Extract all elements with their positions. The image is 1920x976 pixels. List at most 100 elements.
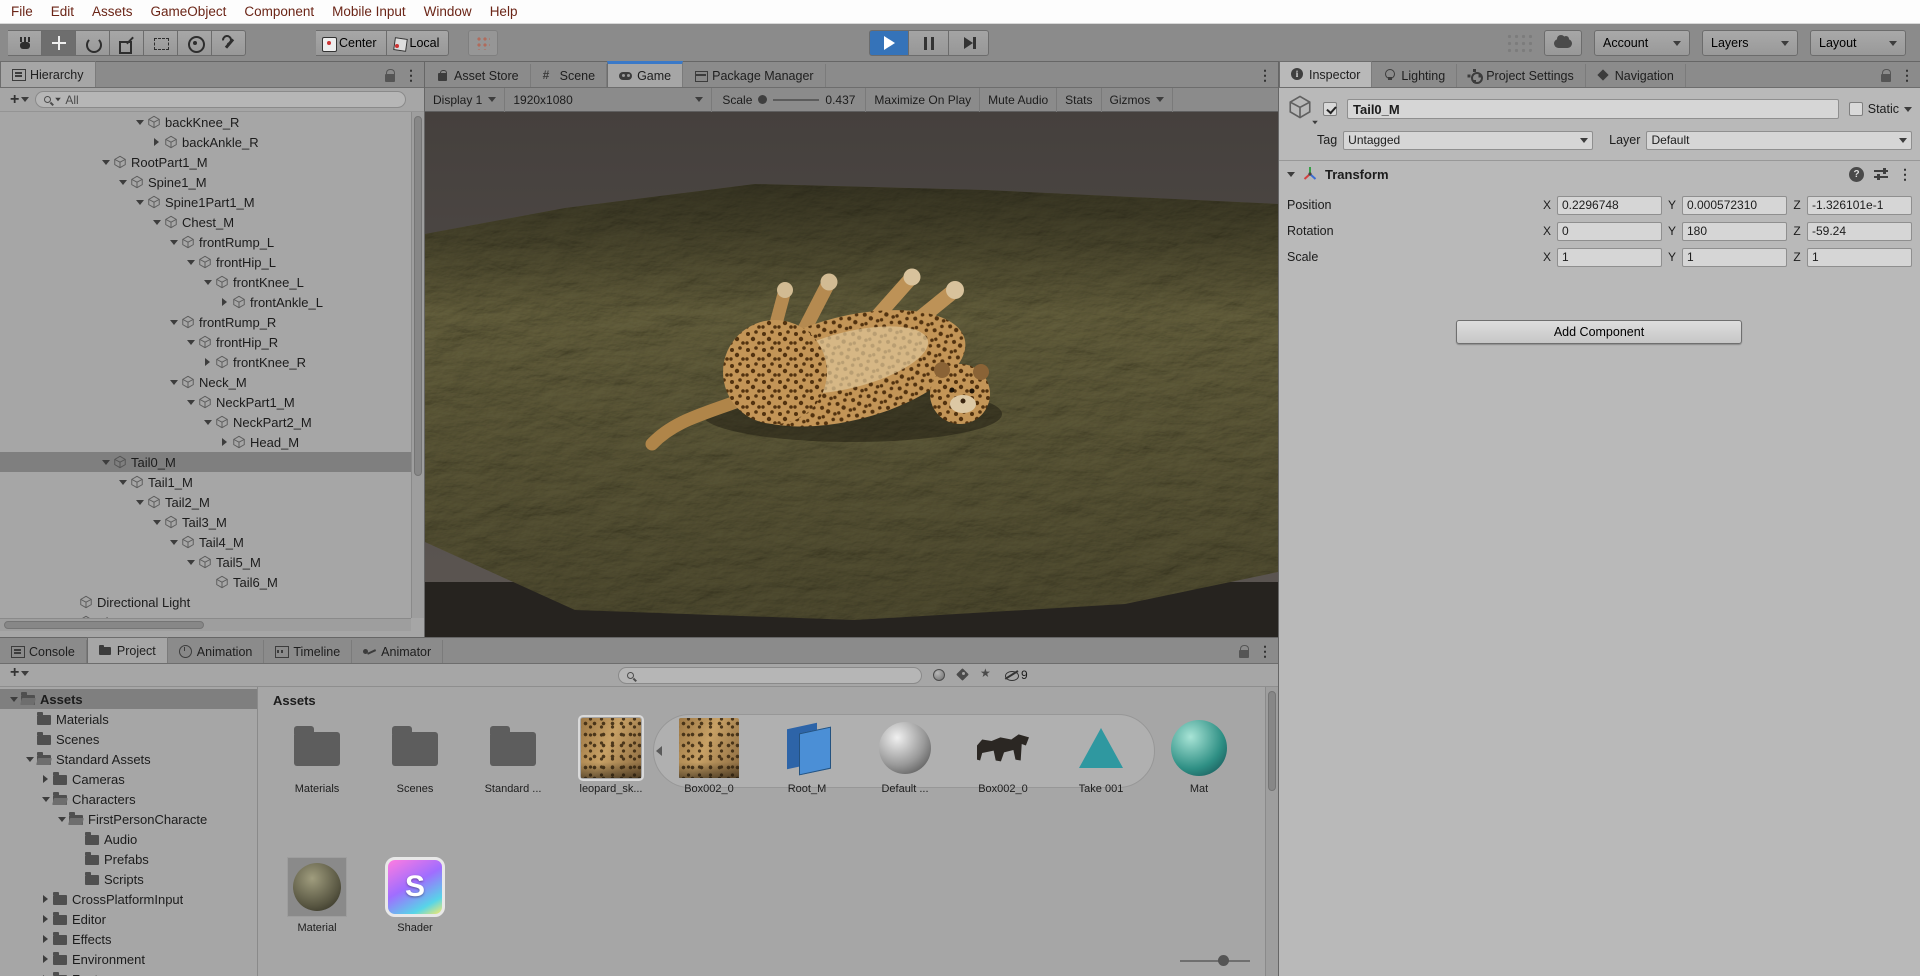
expand-arrow[interactable] [115,480,130,485]
project-tree-item[interactable]: Cameras [0,769,257,789]
asset-item[interactable]: Material [268,857,366,934]
inspector-tab[interactable]: Lighting [1372,64,1457,87]
asset-item[interactable]: Scenes [366,718,464,795]
hierarchy-vertical-scrollbar[interactable] [411,112,424,618]
icon-picker-arrow[interactable] [1312,121,1318,125]
search-by-type-icon[interactable] [932,668,946,682]
presets-icon[interactable] [1874,168,1888,180]
expand-arrow[interactable] [149,138,164,146]
hierarchy-search[interactable] [35,91,406,108]
expand-arrow[interactable] [38,955,53,963]
expand-arrow[interactable] [166,540,181,545]
hierarchy-item[interactable]: Chest_M [0,212,411,232]
hierarchy-item[interactable]: Spine1_M [0,172,411,192]
expand-arrow[interactable] [38,895,53,903]
x-value-field[interactable]: 1 [1557,248,1662,267]
asset-item[interactable]: Mat [1150,718,1248,795]
lock-icon[interactable] [1881,74,1891,82]
hierarchy-item[interactable]: frontKnee_L [0,272,411,292]
hierarchy-item[interactable]: Directional Light [0,592,411,612]
view-tab[interactable]: Asset Store [425,64,531,87]
pivot-button[interactable]: Center [316,30,387,56]
view-tab[interactable]: Game [607,61,683,87]
project-tree-item[interactable]: Assets [0,689,257,709]
tab-hierarchy[interactable]: Hierarchy [0,61,96,87]
hierarchy-item[interactable]: frontRump_R [0,312,411,332]
expand-arrow[interactable] [6,697,21,702]
panel-menu-icon[interactable] [1258,643,1272,660]
menu-item[interactable]: Window [415,0,481,24]
lock-icon[interactable] [1239,650,1249,658]
tool-button[interactable] [144,30,178,56]
expand-arrow[interactable] [166,240,181,245]
hierarchy-item[interactable]: Neck_M [0,372,411,392]
project-tree-item[interactable]: Standard Assets [0,749,257,769]
expand-arrow[interactable] [132,120,147,125]
hierarchy-item[interactable]: frontHip_L [0,252,411,272]
hierarchy-item[interactable]: backAnkle_R [0,132,411,152]
package-visibility-toggle[interactable]: 9 [1004,668,1028,682]
bottom-tab[interactable]: Project [87,637,168,663]
game-view[interactable] [425,112,1278,637]
project-tree-item[interactable]: Audio [0,829,257,849]
tool-button[interactable] [110,30,144,56]
x-value-field[interactable]: 0 [1557,222,1662,241]
pivot-button[interactable]: Local [387,30,450,56]
add-component-button[interactable]: Add Component [1456,320,1742,344]
expand-arrow[interactable] [217,298,232,306]
expand-arrow[interactable] [1287,172,1295,177]
static-checkbox[interactable] [1849,102,1863,116]
hierarchy-item[interactable]: Spine1Part1_M [0,192,411,212]
search-by-label-icon[interactable] [956,668,970,682]
scrollbar-thumb[interactable] [414,116,422,476]
asset-item[interactable]: Materials [268,718,366,795]
grid-vertical-scrollbar[interactable] [1265,687,1278,976]
panel-menu-icon[interactable] [404,67,418,84]
hierarchy-item[interactable]: Tail6_M [0,572,411,592]
tool-button[interactable] [42,30,76,56]
asset-item[interactable]: leopard_sk... [562,718,660,795]
expand-arrow[interactable] [183,560,198,565]
panel-menu-icon[interactable] [1258,67,1272,84]
favorite-search-icon[interactable] [980,668,994,682]
y-value-field[interactable]: 0.000572310 [1682,196,1787,215]
maximize-on-play-button[interactable]: Maximize On Play [866,88,980,112]
project-tree-item[interactable]: FirstPersonCharacte [0,809,257,829]
expand-arrow[interactable] [98,160,113,165]
toolbar-dropdown[interactable]: Layers [1702,30,1798,56]
z-value-field[interactable]: -1.326101e-1 [1807,196,1912,215]
hierarchy-search-input[interactable] [65,93,397,107]
hierarchy-item[interactable]: Tail0_M [0,452,411,472]
menu-item[interactable]: Help [481,0,527,24]
bottom-tab[interactable]: Console [0,640,87,663]
z-value-field[interactable]: -59.24 [1807,222,1912,241]
thumbnail-zoom-slider[interactable] [1180,955,1250,967]
project-search[interactable] [618,667,922,684]
hierarchy-item[interactable]: Tail1_M [0,472,411,492]
expand-arrow[interactable] [132,500,147,505]
asset-item[interactable]: Shader [366,857,464,934]
tool-button[interactable] [76,30,110,56]
inspector-tab[interactable]: Project Settings [1457,64,1586,87]
x-value-field[interactable]: 0.2296748 [1557,196,1662,215]
slider-knob[interactable] [758,95,767,104]
expand-arrow[interactable] [217,438,232,446]
inspector-tab[interactable]: Inspector [1279,61,1372,87]
transform-component-header[interactable]: Transform [1279,161,1920,187]
expand-arrow[interactable] [38,797,53,802]
expand-arrow[interactable] [54,817,69,822]
lock-icon[interactable] [385,74,395,82]
panel-menu-icon[interactable] [1900,67,1914,84]
expand-arrow[interactable] [166,380,181,385]
add-object-button[interactable] [10,94,29,106]
component-menu-icon[interactable] [1898,166,1912,183]
menu-item[interactable]: GameObject [142,0,236,24]
active-checkbox[interactable] [1323,102,1337,116]
tool-button[interactable] [178,30,212,56]
expand-arrow[interactable] [115,180,130,185]
hierarchy-item[interactable]: RootPart1_M [0,152,411,172]
cloud-button[interactable] [1544,30,1582,56]
menu-item[interactable]: Assets [83,0,142,24]
project-tree-item[interactable]: Editor [0,909,257,929]
bottom-tab[interactable]: Animation [168,640,265,663]
